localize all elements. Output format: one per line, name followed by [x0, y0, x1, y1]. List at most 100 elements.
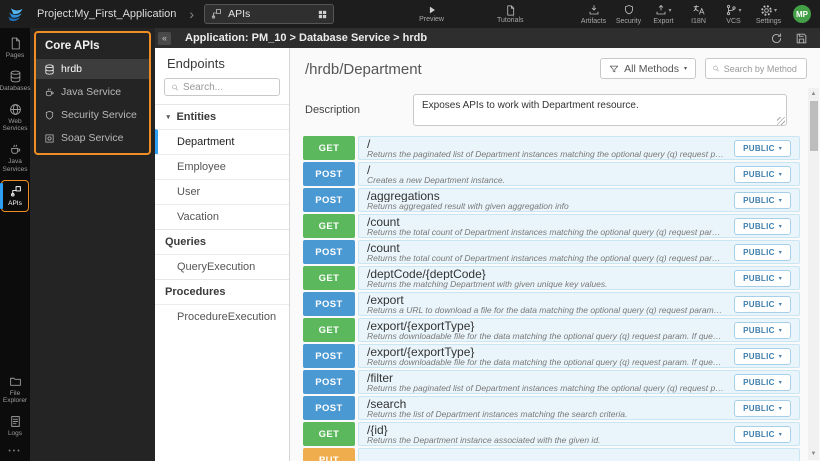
- breadcrumb: Application: PM_10 > Database Service > …: [185, 32, 428, 44]
- artifacts-button[interactable]: Artifacts: [576, 4, 611, 25]
- rail-item-databases[interactable]: Databases: [0, 66, 31, 96]
- save-floppy-icon: [796, 33, 807, 43]
- method-filter-label: All Methods: [624, 62, 679, 75]
- user-avatar[interactable]: MP: [793, 5, 811, 23]
- breadcrumb-bar: « Application: PM_10 > Database Service …: [155, 28, 820, 48]
- rail-label: Databases: [0, 84, 31, 92]
- filter-funnel-icon: [610, 65, 619, 72]
- rail-item-pages[interactable]: Pages: [0, 33, 30, 63]
- endpoint-item-department[interactable]: Department: [155, 129, 289, 154]
- rail-item-java-services[interactable]: Java Services: [0, 139, 30, 177]
- endpoint-item-queryexecution[interactable]: QueryExecution: [155, 254, 289, 279]
- section-entities[interactable]: ▼ Entities: [155, 104, 289, 129]
- tab-apis[interactable]: APIs: [204, 4, 335, 24]
- security-button[interactable]: Security: [611, 4, 646, 25]
- method-search-input[interactable]: [723, 63, 800, 74]
- access-dropdown[interactable]: PUBLIC ▾: [734, 139, 791, 157]
- api-row[interactable]: POST /filter Returns the paginated list …: [303, 370, 800, 394]
- more-options-icon[interactable]: •••: [0, 444, 30, 461]
- refresh-button[interactable]: [770, 32, 783, 45]
- api-row[interactable]: POST /export/{exportType} Returns downlo…: [303, 344, 800, 368]
- api-row[interactable]: GET /export/{exportType} Returns downloa…: [303, 318, 800, 342]
- access-dropdown[interactable]: PUBLIC ▾: [734, 295, 791, 313]
- access-dropdown[interactable]: PUBLIC ▾: [734, 269, 791, 287]
- api-row[interactable]: POST /export Returns a URL to download a…: [303, 292, 800, 316]
- collapse-triangle-icon: ▼: [165, 113, 172, 121]
- access-dropdown[interactable]: PUBLIC ▾: [734, 243, 791, 261]
- access-dropdown[interactable]: PUBLIC ▾: [734, 217, 791, 235]
- api-row-partial[interactable]: PUT: [303, 448, 800, 461]
- access-dropdown[interactable]: PUBLIC ▾: [734, 191, 791, 209]
- method-badge: POST: [303, 396, 355, 420]
- description-textarea[interactable]: Exposes APIs to work with Department res…: [413, 94, 787, 126]
- branch-icon: [727, 4, 737, 16]
- access-dropdown[interactable]: PUBLIC ▾: [734, 347, 791, 365]
- api-row[interactable]: GET /{id} Returns the Department instanc…: [303, 422, 800, 446]
- endpoint-item-vacation[interactable]: Vacation: [155, 204, 289, 229]
- endpoint-path: /count: [367, 241, 400, 254]
- export-button[interactable]: ▾ Export: [646, 4, 681, 25]
- endpoints-search-input[interactable]: [182, 81, 273, 93]
- access-dropdown[interactable]: PUBLIC ▾: [734, 321, 791, 339]
- resize-grip-icon[interactable]: [777, 117, 785, 125]
- database-icon: [10, 70, 20, 83]
- endpoints-panel: Endpoints ▼ Entities Department Employee…: [155, 48, 290, 461]
- endpoints-search[interactable]: [164, 78, 280, 96]
- endpoint-description: Returns the list of Department instances…: [367, 409, 628, 419]
- endpoint-description: Returns the total count of Department in…: [367, 227, 725, 237]
- i18n-button[interactable]: I18N: [681, 4, 716, 25]
- api-row[interactable]: POST / Creates a new Department instance…: [303, 162, 800, 186]
- core-api-item-java-service[interactable]: Java Service: [36, 82, 149, 102]
- endpoint-item-procedureexecution[interactable]: ProcedureExecution: [155, 304, 289, 329]
- endpoint-item-user[interactable]: User: [155, 179, 289, 204]
- tab-label: APIs: [228, 8, 251, 20]
- globe-icon: [9, 103, 21, 115]
- section-queries[interactable]: Queries: [155, 229, 289, 254]
- method-search[interactable]: [705, 58, 807, 79]
- rail-item-logs[interactable]: Logs: [0, 411, 30, 441]
- database-icon: [45, 64, 54, 74]
- rail-label: APIs: [8, 199, 22, 207]
- tutorials-button[interactable]: Tutorials: [497, 5, 524, 24]
- api-row[interactable]: POST /count Returns the total count of D…: [303, 240, 800, 264]
- api-row[interactable]: POST /aggregations Returns aggregated re…: [303, 188, 800, 212]
- vertical-scrollbar[interactable]: ▲ ▼: [808, 88, 819, 460]
- access-dropdown[interactable]: PUBLIC ▾: [734, 399, 791, 417]
- method-filter-dropdown[interactable]: All Methods ▾: [600, 58, 696, 79]
- scroll-up-arrow-icon[interactable]: ▲: [808, 88, 819, 100]
- collapse-panel-button[interactable]: «: [158, 31, 171, 45]
- section-procedures[interactable]: Procedures: [155, 279, 289, 304]
- section-label: Queries: [165, 236, 206, 248]
- preview-button[interactable]: Preview: [419, 5, 444, 23]
- rail-item-apis-active[interactable]: APIs: [0, 179, 29, 212]
- rail-item-web-services[interactable]: Web Services: [0, 99, 30, 137]
- endpoint-path: /{id}: [367, 423, 388, 436]
- method-badge: POST: [303, 344, 355, 368]
- api-row[interactable]: GET /deptCode/{deptCode} Returns the mat…: [303, 266, 800, 290]
- caret-down-icon: ▾: [778, 249, 782, 256]
- api-row[interactable]: GET / Returns the paginated list of Depa…: [303, 136, 800, 160]
- core-api-item-hrdb[interactable]: hrdb: [36, 59, 149, 79]
- caret-down-icon: ▾: [778, 405, 782, 412]
- method-badge: GET: [303, 318, 355, 342]
- settings-button[interactable]: ▾ Settings: [751, 4, 786, 25]
- endpoint-item-employee[interactable]: Employee: [155, 154, 289, 179]
- scrollbar-thumb[interactable]: [809, 101, 818, 151]
- scroll-down-arrow-icon[interactable]: ▼: [808, 448, 819, 460]
- core-api-item-soap-service[interactable]: Soap Service: [36, 128, 149, 148]
- rail-item-file-explorer[interactable]: File Explorer: [0, 371, 30, 409]
- core-api-item-security-service[interactable]: Security Service: [36, 105, 149, 125]
- access-dropdown[interactable]: PUBLIC ▾: [734, 425, 791, 443]
- access-dropdown[interactable]: PUBLIC ▾: [734, 373, 791, 391]
- i18n-label: I18N: [691, 17, 706, 25]
- rail-label: Java Services: [2, 158, 28, 173]
- save-button[interactable]: [795, 32, 808, 45]
- api-row[interactable]: POST /search Returns the list of Departm…: [303, 396, 800, 420]
- vcs-button[interactable]: ▾ VCS: [716, 4, 751, 25]
- grid-icon[interactable]: [317, 9, 328, 20]
- access-dropdown[interactable]: PUBLIC ▾: [734, 165, 791, 183]
- api-row[interactable]: GET /count Returns the total count of De…: [303, 214, 800, 238]
- api-connector-icon: [10, 185, 21, 197]
- wavemaker-logo: [0, 0, 30, 28]
- endpoint-description: Returns aggregated result with given agg…: [367, 201, 569, 211]
